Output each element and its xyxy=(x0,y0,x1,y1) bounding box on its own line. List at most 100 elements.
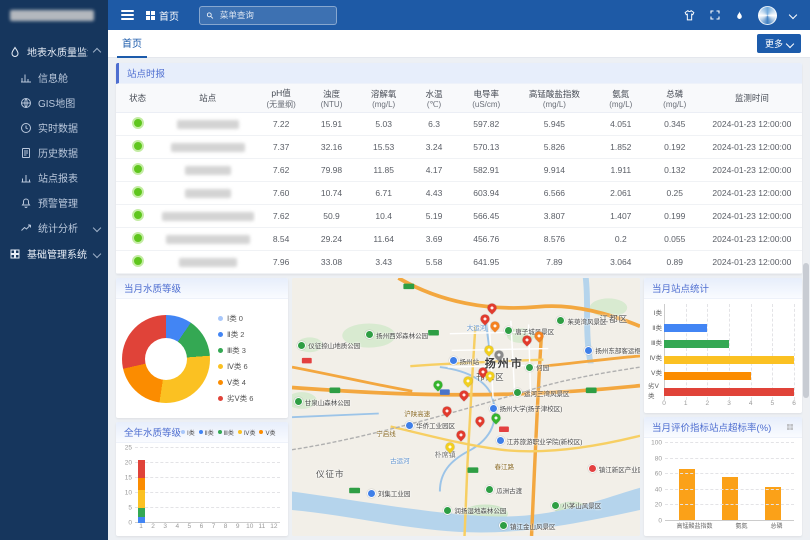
sidebar-item-label: 预警管理 xyxy=(38,195,78,210)
legend-item-Ⅲ类[interactable]: Ⅲ类 xyxy=(218,428,234,437)
value-cell: 566.45 xyxy=(457,205,515,228)
sidebar-group-地表水质量监测系统[interactable]: 地表水质量监测系统 xyxy=(0,38,108,65)
panel-exceed-rate-header: 当月评价指标站点超标率(%) xyxy=(644,417,802,438)
sidebar-item-GIS地图[interactable]: GIS地图 xyxy=(0,90,108,115)
poi-icon-green xyxy=(294,397,303,406)
legend-item-Ⅰ类[interactable]: Ⅰ类 0 xyxy=(218,313,253,324)
sidebar-item-统计分析[interactable]: 统计分析 xyxy=(0,215,108,240)
sidebar-group-label: 地表水质量监测系统 xyxy=(27,44,88,59)
value-cell: 2024-01-23 12:00:00 xyxy=(702,205,802,228)
panel-station-report: 站点时报 状态站点pH值(无量纲)浊度(NTU)溶解氧(mg/L)水温(℃)电导… xyxy=(116,63,802,274)
map-marker-green[interactable] xyxy=(489,412,502,425)
bar-Ⅳ类 xyxy=(664,356,794,364)
report-icon xyxy=(20,172,32,184)
value-cell: 5.826 xyxy=(515,136,594,159)
sidebar-item-label: GIS地图 xyxy=(38,95,75,110)
legend-item-Ⅴ类[interactable]: Ⅴ类 xyxy=(259,428,275,437)
x-tick-label: 高锰酸盐指数 xyxy=(676,521,712,533)
page-scrollbar[interactable] xyxy=(803,58,809,538)
theme-skin-icon[interactable] xyxy=(683,9,696,22)
y-tick-label: 15 xyxy=(125,475,132,482)
legend-item-Ⅳ类[interactable]: Ⅳ类 6 xyxy=(218,361,253,372)
globe-icon xyxy=(20,97,32,109)
sidebar-item-label: 统计分析 xyxy=(38,220,78,235)
sidebar-item-信息舱[interactable]: 信息舱 xyxy=(0,65,108,90)
value-cell: 3.064 xyxy=(594,251,648,274)
value-cell: 5.03 xyxy=(357,113,411,136)
map-marker-red[interactable] xyxy=(454,429,467,442)
status-cell xyxy=(116,113,159,136)
poi-icon-blue xyxy=(405,421,414,430)
flame-icon[interactable] xyxy=(734,9,745,22)
legend-item-Ⅱ类[interactable]: Ⅱ类 xyxy=(199,428,214,437)
map-poi-镇江金山风景区: 镇江金山风景区 xyxy=(499,521,556,531)
menu-toggle-icon[interactable] xyxy=(108,14,146,16)
x-tick-label: 12 xyxy=(268,523,280,533)
bar-Ⅲ类 xyxy=(664,340,729,348)
value-cell: 7.37 xyxy=(256,136,306,159)
legend-item-Ⅱ类[interactable]: Ⅱ类 2 xyxy=(218,329,253,340)
value-cell: 2024-01-23 12:00:00 xyxy=(702,159,802,182)
map-poi-华侨工业园区: 华侨工业园区 xyxy=(405,420,455,430)
status-cell xyxy=(116,159,159,182)
map-poi-仪征捺山地质公园: 仪征捺山地质公园 xyxy=(297,340,360,350)
legend-item-Ⅰ类[interactable]: Ⅰ类 xyxy=(181,428,195,437)
nav-home[interactable]: 首页 xyxy=(146,8,179,23)
x-axis: 123456789101112 xyxy=(135,523,280,533)
year-stacked-chart: 0510152025123456789101112 xyxy=(116,443,288,536)
sidebar-item-label: 历史数据 xyxy=(38,145,78,160)
map-marker-green[interactable] xyxy=(432,379,445,392)
sidebar-group-基础管理系统[interactable]: 基础管理系统 xyxy=(0,240,108,267)
vbar-area: 020406080100 xyxy=(648,443,794,521)
legend-item-劣Ⅴ类[interactable]: 劣Ⅴ类 6 xyxy=(218,393,253,404)
value-cell: 4.051 xyxy=(594,113,648,136)
settings-icon xyxy=(9,248,21,260)
map-marker-red[interactable] xyxy=(440,404,453,417)
tab-home[interactable]: 首页 xyxy=(117,30,147,58)
station-name-redacted xyxy=(179,258,237,267)
bar-segment-Ⅲ类 xyxy=(138,508,145,517)
legend-item-Ⅴ类[interactable]: Ⅴ类 4 xyxy=(218,377,253,388)
map-marker-orange[interactable] xyxy=(489,319,502,332)
gis-map[interactable]: 扬州市江都区邗江区仪征市朴席镇沪陕高速宁启线春江路大运河古运河扬州西郊森林公园仪… xyxy=(292,278,640,536)
legend-dot xyxy=(181,430,185,434)
fullscreen-icon[interactable] xyxy=(709,9,721,21)
chevron-down-icon[interactable] xyxy=(789,11,797,19)
chevron-down-icon xyxy=(93,249,101,257)
gridline xyxy=(665,442,794,443)
chevron-down-icon xyxy=(786,39,794,47)
value-cell: 10.4 xyxy=(357,205,411,228)
legend-item-Ⅳ类[interactable]: Ⅳ类 xyxy=(238,428,256,437)
value-cell: 0.132 xyxy=(648,159,702,182)
gridline xyxy=(794,304,795,400)
map-marker-red[interactable] xyxy=(458,389,471,402)
legend-item-Ⅲ类[interactable]: Ⅲ类 3 xyxy=(218,345,253,356)
map-poi-小茅山风景区: 小茅山风景区 xyxy=(551,500,601,510)
map-marker-red[interactable] xyxy=(486,301,499,314)
gridline xyxy=(665,504,794,505)
chart-toolbox-icon[interactable] xyxy=(786,423,794,431)
value-cell: 3.43 xyxy=(357,251,411,274)
poi-label: 镇江新区产业园区 xyxy=(599,464,640,474)
scrollbar-thumb[interactable] xyxy=(803,263,809,398)
bar-segment-Ⅳ类 xyxy=(138,490,145,508)
sidebar-item-站点报表[interactable]: 站点报表 xyxy=(0,165,108,190)
sidebar-item-预警管理[interactable]: 预警管理 xyxy=(0,190,108,215)
legend-dot xyxy=(238,430,242,434)
map-marker-yellow[interactable] xyxy=(461,375,474,388)
poi-label: 何园 xyxy=(536,362,549,372)
station-name-redacted xyxy=(177,120,239,129)
map-poi-茱萸湾风景区: 茱萸湾风景区 xyxy=(556,316,606,326)
panel-title: 全年水质等级 xyxy=(124,425,181,439)
sidebar-item-历史数据[interactable]: 历史数据 xyxy=(0,140,108,165)
user-avatar[interactable] xyxy=(758,6,777,25)
sidebar-item-实时数据[interactable]: 实时数据 xyxy=(0,115,108,140)
value-cell: 0.055 xyxy=(648,228,702,251)
map-marker-red[interactable] xyxy=(474,415,487,428)
search-input[interactable] xyxy=(218,9,330,21)
more-button[interactable]: 更多 xyxy=(757,34,801,53)
menu-search[interactable] xyxy=(199,6,337,25)
value-cell: 2024-01-23 12:00:00 xyxy=(702,228,802,251)
history-icon xyxy=(20,147,32,159)
value-cell: 2024-01-23 12:00:00 xyxy=(702,182,802,205)
